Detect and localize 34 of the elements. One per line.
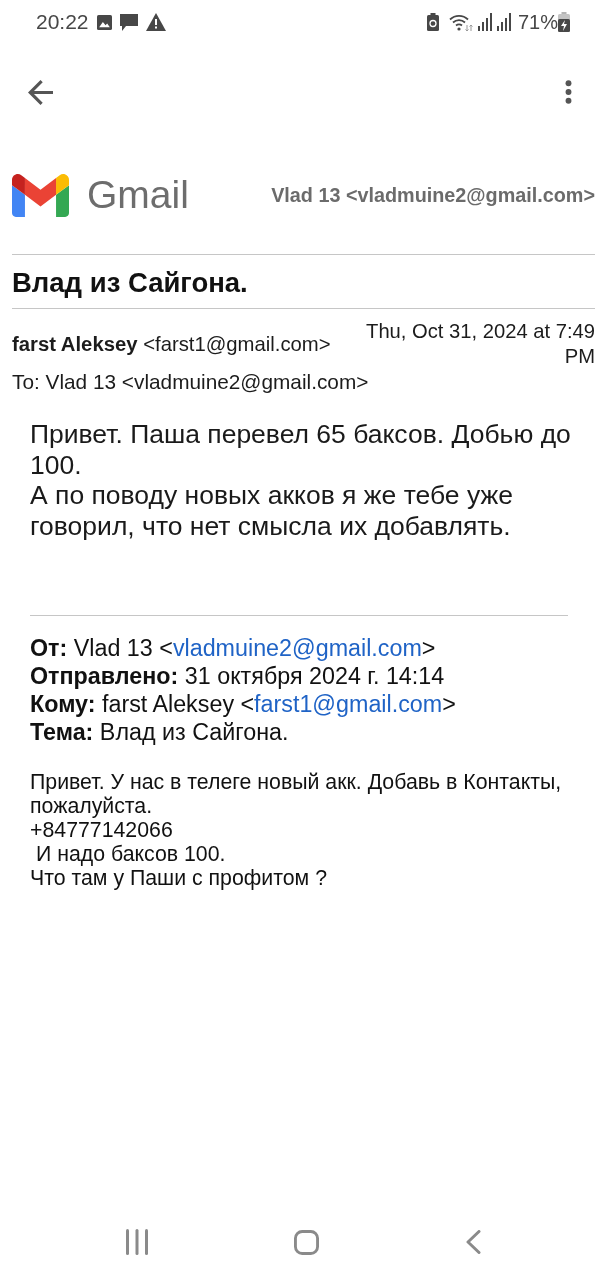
body-paragraph: Привет. Паша перевел 65 баксов. Добью до 100. (30, 419, 572, 481)
battery-charging-icon (558, 12, 570, 32)
message-date: Thu, Oct 31, 2024 at 7:49 PM (365, 319, 595, 369)
email-link[interactable]: farst1@gmail.com (254, 690, 443, 717)
sender-line: farst Aleksey <farst1@gmail.com> (12, 332, 332, 356)
gmail-logo-icon (12, 173, 69, 217)
wifi-icon (448, 12, 473, 32)
battery-recycle-icon (426, 13, 439, 31)
quoted-header-line: Кому: farst Aleksey <farst1@gmail.com> (30, 689, 457, 718)
recent-apps-icon[interactable] (125, 1229, 148, 1255)
chat-bubble-icon (118, 12, 139, 32)
status-time: 20:22 (36, 10, 89, 34)
email-link[interactable]: vladmuine2@gmail.com (172, 634, 422, 661)
quoted-header-line: От: Vlad 13 <vladmuine2@gmail.com> (30, 633, 437, 662)
back-arrow-icon[interactable] (28, 79, 53, 105)
more-options-icon[interactable] (565, 80, 572, 104)
subject-title: Влад из Сайгона. (11, 266, 249, 300)
image-icon (96, 14, 112, 30)
warning-icon (145, 13, 166, 31)
quoted-body-line: Привет. У нас в телеге новый акк. Добавь в Контакты, пожалуйста. (30, 769, 563, 818)
quoted-header-line: Тема: Влад из Сайгона. (30, 717, 290, 746)
quoted-header-line: Отправлено: 31 октября 2024 г. 14:14 (30, 661, 446, 690)
signal-icon (496, 13, 511, 31)
back-icon[interactable] (464, 1230, 481, 1254)
quoted-body-line: И надо баксов 100. (34, 841, 227, 866)
recipient-line: To: Vlad 13 <vladmuine2@gmail.com> (11, 369, 370, 394)
account-address: Vlad 13 <vladmuine2@gmail.com> (271, 183, 595, 207)
quoted-body-line: +84777142066 (30, 817, 174, 842)
battery-percent: 71% (517, 10, 558, 34)
home-icon[interactable] (293, 1229, 319, 1255)
quoted-body-line: Что там у Паши с профитом ? (30, 865, 328, 890)
body-paragraph: А по поводу новых акков я же тебе уже говорил, что нет смысла их добавлять. (30, 480, 514, 542)
signal-icon (477, 13, 492, 31)
gmail-wordmark: Gmail (87, 173, 189, 217)
